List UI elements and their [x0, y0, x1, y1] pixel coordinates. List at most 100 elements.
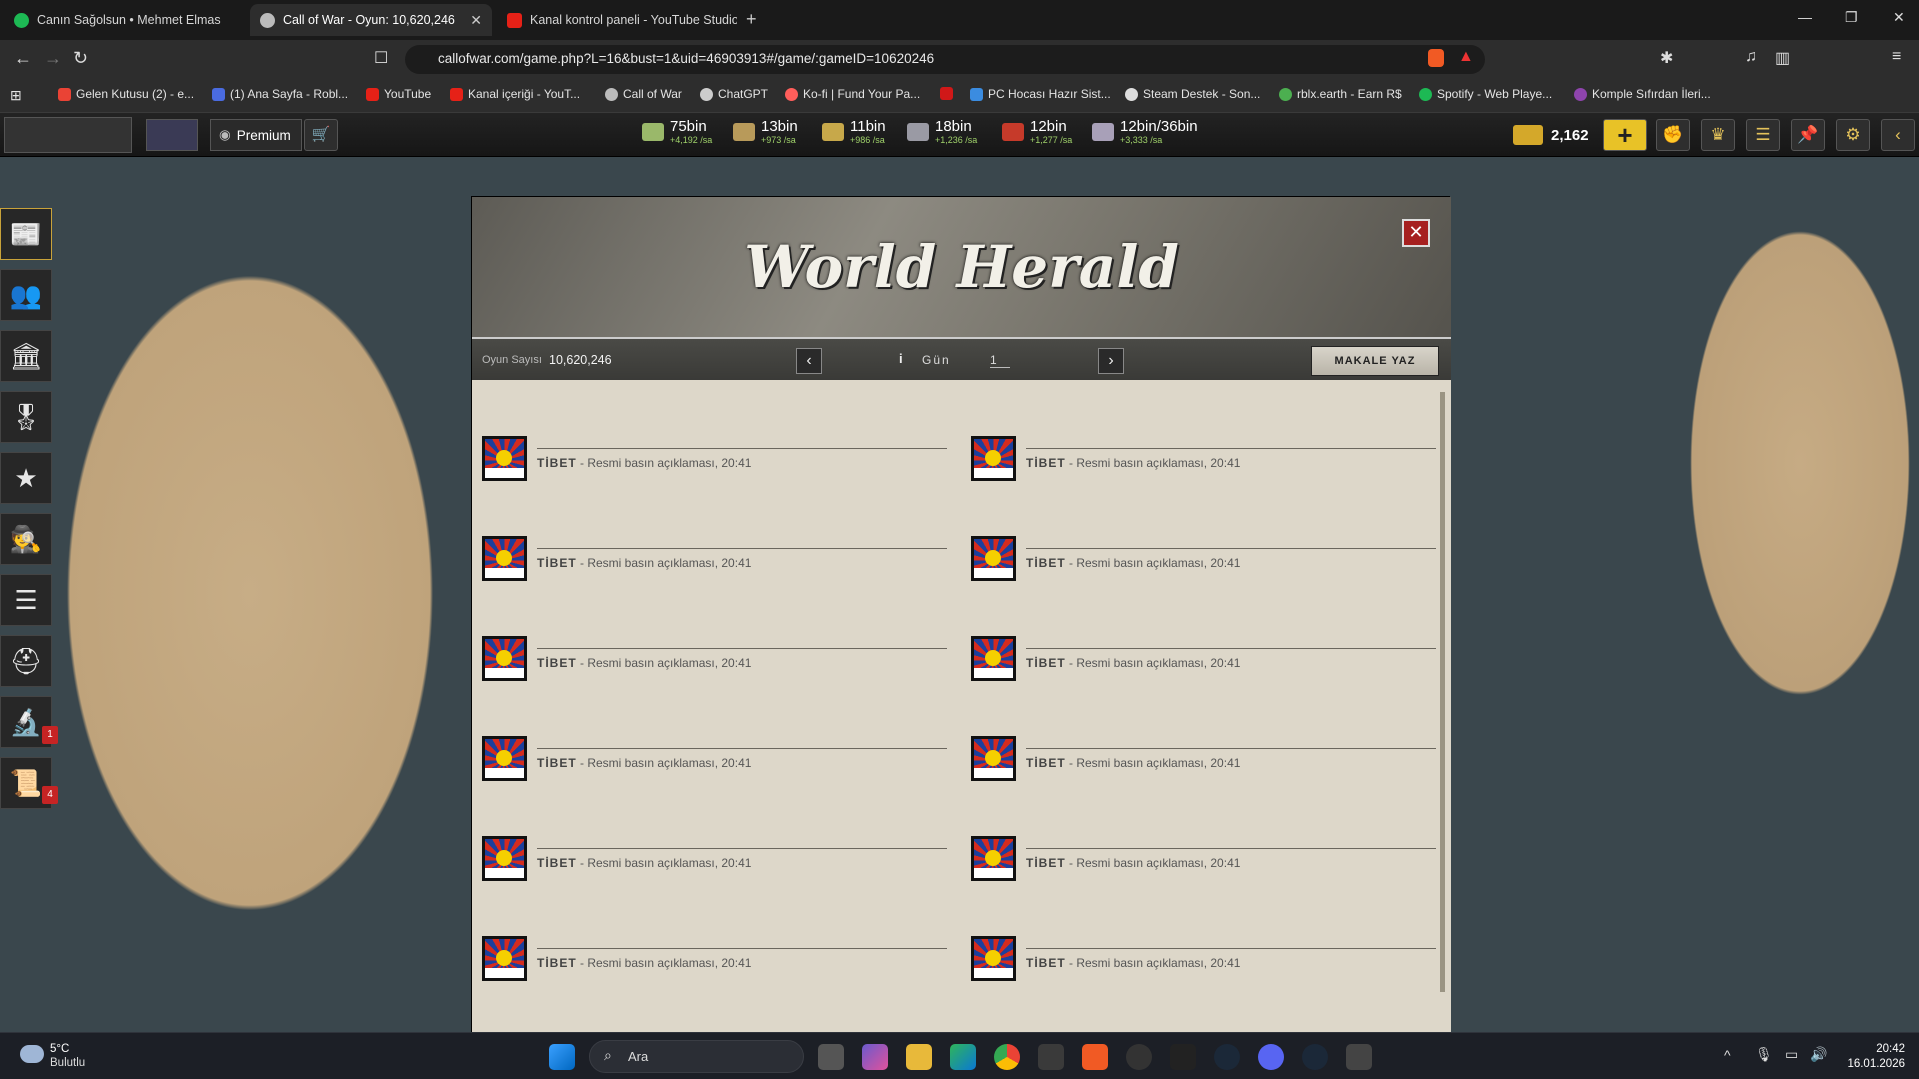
apps-icon[interactable]: ⊞ [10, 87, 22, 104]
article-item[interactable]: TİBET - Resmi basın açıklaması, 20:41 [961, 736, 1436, 796]
file-explorer-icon[interactable] [906, 1044, 932, 1070]
taskbar-search[interactable]: ⌕ Ara [589, 1040, 804, 1073]
obs-icon[interactable] [1126, 1044, 1152, 1070]
bookmark-youtube[interactable]: YouTube [366, 87, 431, 101]
pin-icon[interactable]: 📌 [1791, 119, 1825, 151]
collapse-icon[interactable]: ‹ [1881, 119, 1915, 151]
discord-icon[interactable] [1258, 1044, 1284, 1070]
info-icon[interactable]: i [899, 351, 903, 366]
economy-icon[interactable]: 🏛 [0, 330, 52, 382]
bookmark-pc-hocasi-system[interactable]: PC Hocası Hazır Sist... [970, 87, 1111, 101]
url-text[interactable]: callofwar.com/game.php?L=16&bust=1&uid=4… [438, 51, 934, 66]
officers-icon[interactable]: ★ [0, 452, 52, 504]
bookmark-youtube-content[interactable]: Kanal içeriği - YouT... [450, 87, 580, 101]
close-window-button[interactable]: ✕ [1893, 9, 1905, 26]
alliance-icon[interactable]: ✊ [1656, 119, 1690, 151]
start-icon[interactable] [549, 1044, 575, 1070]
resource-manpower[interactable]: 12bin/36bin +3,333 /sa [1092, 119, 1198, 145]
article-item[interactable]: TİBET - Resmi basın açıklaması, 20:41 [472, 536, 947, 596]
bookmark-icon[interactable]: ☐ [374, 48, 388, 68]
extensions-icon[interactable]: ✱ [1660, 48, 1673, 68]
tab-spotify[interactable]: Canın Sağolsun • Mehmet Elmas [4, 4, 249, 36]
article-item[interactable]: TİBET - Resmi basın açıklaması, 20:41 [472, 936, 947, 996]
bookmark-spotify[interactable]: Spotify - Web Playe... [1419, 87, 1552, 101]
tab-youtube-studio[interactable]: Kanal kontrol paneli - YouTube Studio [497, 4, 737, 36]
tab-call-of-war[interactable]: Call of War - Oyun: 10,620,246 ✕ [250, 4, 492, 36]
article-item[interactable]: TİBET - Resmi basın açıklaması, 20:41 [961, 936, 1436, 996]
article-item[interactable]: TİBET - Resmi basın açıklaması, 20:41 [472, 636, 947, 696]
shop-cart-button[interactable]: 🛒 [304, 119, 338, 151]
tray-chevron-icon[interactable]: ^ [1724, 1047, 1731, 1063]
epic-games-icon[interactable] [1170, 1044, 1196, 1070]
article-item[interactable]: TİBET - Resmi basın açıklaması, 20:41 [961, 836, 1436, 896]
premium-button[interactable]: ◉ Premium [210, 119, 302, 151]
day-number[interactable]: 1 [990, 353, 1010, 368]
buy-gold-button[interactable]: + [1603, 119, 1647, 151]
helmet-icon[interactable]: ⛑ [0, 635, 52, 687]
newspaper-icon[interactable]: 📰 [0, 208, 52, 260]
task-view-icon[interactable] [818, 1044, 844, 1070]
steam-icon[interactable] [1214, 1044, 1240, 1070]
edge-icon[interactable] [950, 1044, 976, 1070]
copilot-icon[interactable] [862, 1044, 888, 1070]
game-number-label: Oyun Sayısı [482, 354, 542, 366]
media-icon[interactable]: ♫ [1745, 48, 1757, 66]
nation-flag[interactable] [146, 119, 198, 151]
settings-list-icon[interactable]: ☰ [1746, 119, 1780, 151]
previous-day-button[interactable]: ‹ [796, 348, 822, 374]
close-icon[interactable]: ✕ [1402, 219, 1430, 247]
bookmark-gmail[interactable]: Gelen Kutusu (2) - e... [58, 87, 194, 101]
forward-icon[interactable]: → [44, 48, 62, 69]
bookmark-steam-support[interactable]: Steam Destek - Son... [1125, 87, 1260, 101]
next-day-button[interactable]: › [1098, 348, 1124, 374]
search-placeholder: Ara [628, 1049, 649, 1064]
article-item[interactable]: TİBET - Resmi basın açıklaması, 20:41 [961, 636, 1436, 696]
network-icon[interactable]: ▭ [1785, 1046, 1798, 1063]
article-item[interactable]: TİBET - Resmi basın açıklaması, 20:41 [472, 836, 947, 896]
article-item[interactable]: TİBET - Resmi basın açıklaması, 20:41 [472, 436, 947, 496]
ranking-icon[interactable]: ♛ [1701, 119, 1735, 151]
minimize-button[interactable]: — [1798, 9, 1812, 25]
resource-electronics[interactable]: 18bin +1,236 /sa [907, 119, 977, 145]
bookmark-rblx-earth[interactable]: rblx.earth - Earn R$ [1279, 87, 1402, 101]
brave-rewards-icon[interactable]: ▲ [1458, 48, 1474, 66]
app-icon[interactable] [1346, 1044, 1372, 1070]
reload-icon[interactable]: ↻ [73, 48, 88, 69]
army-icon[interactable]: 🎖 [0, 391, 52, 443]
bookmark-roblox[interactable]: (1) Ana Sayfa - Robl... [212, 87, 348, 101]
bookmark-course[interactable]: Komple Sıfırdan İleri... [1574, 87, 1711, 101]
list-icon[interactable]: ☰ [0, 574, 52, 626]
resource-rare-materials[interactable]: 12bin +1,277 /sa [1002, 119, 1072, 145]
gold-display[interactable]: 2,162 [1513, 119, 1593, 151]
article-item[interactable]: TİBET - Resmi basın açıklaması, 20:41 [472, 736, 947, 796]
bookmark-pc-hocasi[interactable] [940, 87, 958, 100]
write-article-button[interactable]: MAKALE YAZ [1311, 346, 1439, 376]
brave-shields-icon[interactable] [1428, 49, 1444, 67]
close-tab-icon[interactable]: ✕ [460, 12, 482, 29]
bookmark-kofi[interactable]: Ko-fi | Fund Your Pa... [785, 87, 920, 101]
clock[interactable]: 20:42 16.01.2026 [1840, 1042, 1905, 1072]
resource-supplies[interactable]: 75bin +4,192 /sa [642, 119, 712, 145]
player-profile[interactable] [4, 117, 132, 153]
back-icon[interactable]: ← [14, 48, 32, 69]
article-item[interactable]: TİBET - Resmi basın açıklaması, 20:41 [961, 536, 1436, 596]
store-icon[interactable] [1038, 1044, 1064, 1070]
volume-icon[interactable]: 🔊 [1810, 1046, 1827, 1063]
resource-components[interactable]: 13bin +973 /sa [733, 119, 798, 145]
spy-icon[interactable]: 🕵 [0, 513, 52, 565]
new-tab-button[interactable]: + [746, 9, 757, 30]
bookmark-chatgpt[interactable]: ChatGPT [700, 87, 768, 101]
gear-icon[interactable]: ⚙ [1836, 119, 1870, 151]
article-item[interactable]: TİBET - Resmi basın açıklaması, 20:41 [961, 436, 1436, 496]
articles-scrollbar[interactable] [1440, 392, 1445, 992]
brave-icon[interactable] [1082, 1044, 1108, 1070]
resource-fuel[interactable]: 11bin +986 /sa [822, 119, 886, 145]
steam-icon[interactable] [1302, 1044, 1328, 1070]
restore-button[interactable]: ❐ [1845, 9, 1858, 26]
chrome-icon[interactable] [994, 1044, 1020, 1070]
menu-icon[interactable]: ≡ [1892, 48, 1901, 66]
diplomacy-icon[interactable]: 👥 [0, 269, 52, 321]
microphone-icon[interactable]: 🎙 [1755, 1046, 1773, 1063]
bookmark-call-of-war[interactable]: Call of War [605, 87, 682, 101]
sidebar-icon[interactable]: ▥ [1775, 48, 1790, 68]
